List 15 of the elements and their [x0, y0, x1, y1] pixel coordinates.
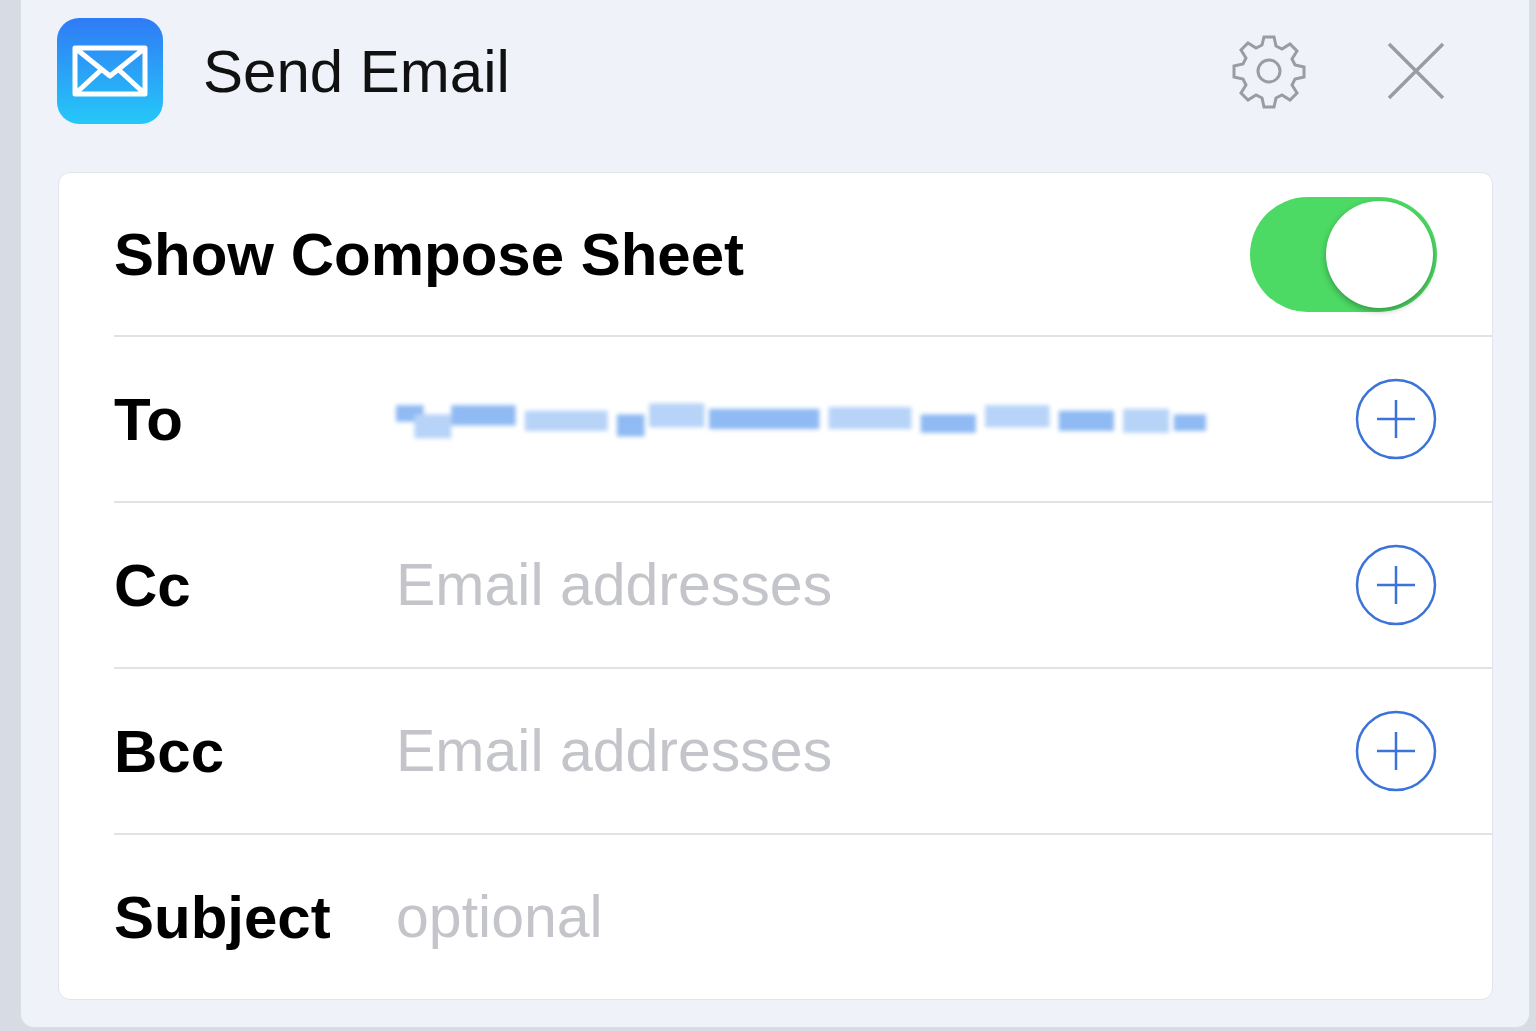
email-input[interactable]: Email addresses [396, 551, 1096, 619]
row-label: Show Compose Sheet [114, 219, 746, 289]
row-label: Bcc [114, 716, 226, 786]
email-input[interactable]: Email addresses [396, 717, 1096, 785]
close-icon[interactable] [1387, 42, 1445, 100]
add-icon[interactable] [1355, 378, 1437, 460]
settings-icon[interactable] [1231, 33, 1307, 109]
mail-app-icon [57, 18, 163, 124]
add-icon[interactable] [1355, 544, 1437, 626]
row-label: Cc [114, 550, 192, 620]
add-icon[interactable] [1355, 710, 1437, 792]
action-title: Send Email [203, 36, 511, 106]
row-label: To [114, 384, 184, 454]
row-label: Subject [114, 882, 332, 952]
email-input[interactable]: optional [396, 883, 1096, 951]
